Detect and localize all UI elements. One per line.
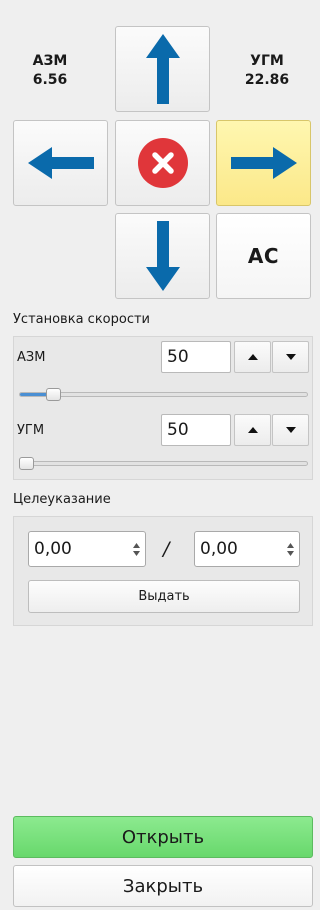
azm-speed-slider[interactable] — [19, 392, 308, 397]
azm-speed-slider-handle[interactable] — [46, 388, 62, 401]
arrow-down-icon — [145, 221, 180, 291]
caret-down-icon — [132, 550, 140, 556]
arrow-up-icon — [145, 34, 180, 104]
target-section-title: Целеуказание — [13, 492, 111, 507]
submit-target-label: Выдать — [138, 589, 190, 604]
target-ugm-stepper[interactable] — [284, 532, 296, 566]
arrow-left-icon — [27, 147, 94, 179]
caret-down-icon — [285, 427, 296, 433]
arrow-right-icon — [230, 147, 297, 179]
close-button[interactable]: Закрыть — [13, 865, 313, 907]
azm-readout-label: АЗМ — [32, 53, 68, 69]
ugm-readout-value: 22.86 — [244, 72, 290, 88]
open-button[interactable]: Открыть — [13, 816, 313, 858]
caret-up-icon — [247, 354, 258, 360]
ac-button[interactable]: АС — [216, 213, 311, 299]
move-up-button[interactable] — [115, 26, 210, 112]
caret-down-icon — [286, 550, 294, 556]
caret-down-icon — [285, 354, 296, 360]
azm-readout: АЗМ 6.56 — [20, 52, 80, 90]
ugm-speed-slider-handle[interactable] — [19, 457, 34, 470]
ac-button-label: АС — [247, 244, 280, 268]
ugm-speed-decrease-button[interactable] — [272, 414, 309, 446]
azm-speed-decrease-button[interactable] — [272, 341, 309, 373]
speed-section-title: Установка скорости — [13, 312, 151, 327]
move-right-button[interactable] — [216, 120, 311, 206]
move-left-button[interactable] — [13, 120, 108, 206]
move-down-button[interactable] — [115, 213, 210, 299]
ugm-speed-field[interactable]: 50 — [161, 414, 231, 446]
target-ugm-value: 0,00 — [200, 539, 238, 559]
target-azm-value: 0,00 — [34, 539, 72, 559]
close-button-label: Закрыть — [122, 875, 204, 897]
azm-speed-field[interactable]: 50 — [161, 341, 231, 373]
target-separator: / — [163, 538, 170, 560]
ugm-readout: УГМ 22.86 — [232, 52, 302, 90]
ugm-speed-value: 50 — [167, 420, 189, 440]
ugm-readout-label: УГМ — [250, 53, 284, 69]
submit-target-button[interactable]: Выдать — [28, 580, 300, 613]
azm-speed-label: АЗМ — [17, 350, 46, 365]
azm-speed-increase-button[interactable] — [234, 341, 271, 373]
target-azm-stepper[interactable] — [130, 532, 142, 566]
caret-up-icon — [247, 427, 258, 433]
ugm-speed-slider[interactable] — [19, 461, 308, 466]
ugm-speed-increase-button[interactable] — [234, 414, 271, 446]
azm-speed-value: 50 — [167, 347, 189, 367]
open-button-label: Открыть — [121, 826, 205, 848]
azm-readout-value: 6.56 — [32, 72, 68, 88]
ugm-speed-label: УГМ — [17, 423, 45, 438]
stop-button[interactable] — [115, 120, 210, 206]
caret-up-icon — [286, 542, 294, 548]
target-ugm-field[interactable]: 0,00 — [194, 531, 300, 567]
caret-up-icon — [132, 542, 140, 548]
stop-icon — [137, 138, 188, 188]
target-azm-field[interactable]: 0,00 — [28, 531, 146, 567]
